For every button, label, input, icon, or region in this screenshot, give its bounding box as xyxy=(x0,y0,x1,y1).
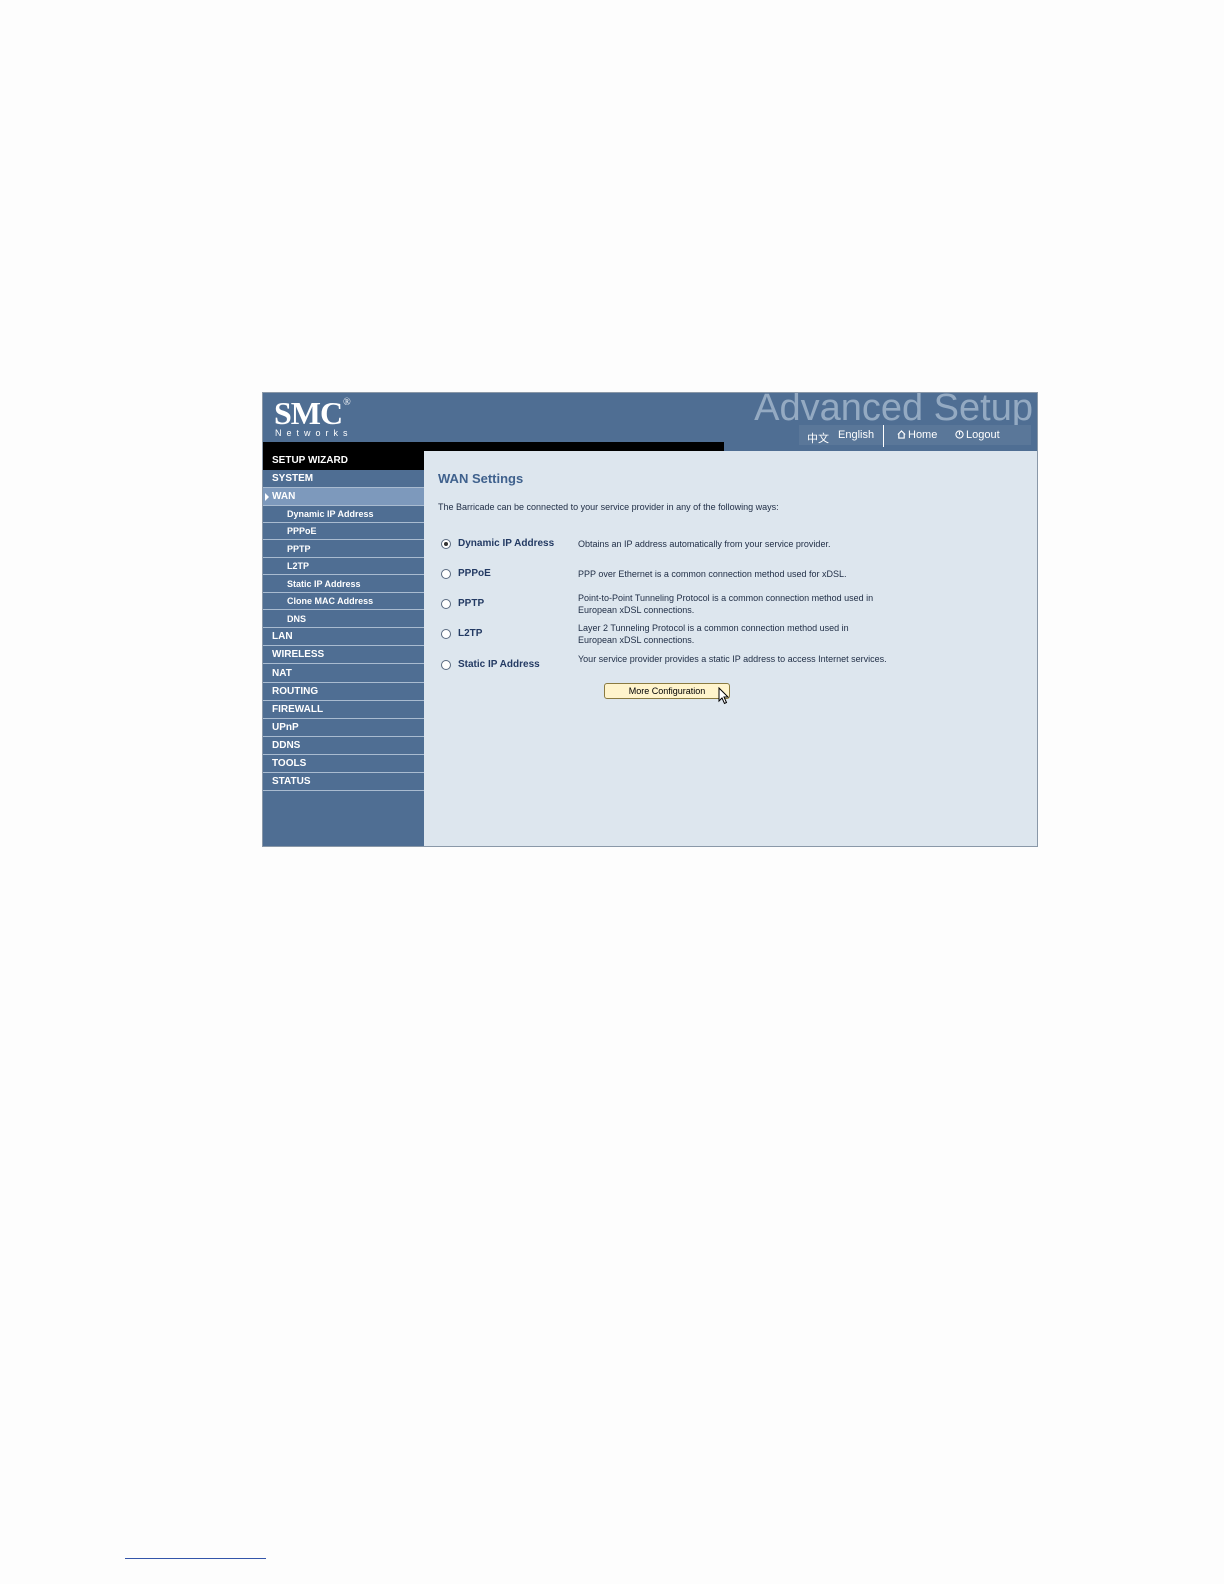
sidebar-item-ddns[interactable]: DDNS xyxy=(263,737,424,755)
sidebar-subitem-pptp[interactable]: PPTP xyxy=(263,541,424,558)
option-description: PPP over Ethernet is a common connection… xyxy=(578,569,847,579)
option-description: Point-to-Point Tunneling Protocol is a c… xyxy=(578,593,874,615)
sidebar-item-nat[interactable]: NAT xyxy=(263,665,424,683)
sidebar-subitem-dynamic-ip[interactable]: Dynamic IP Address xyxy=(263,506,424,523)
radio-pppoe[interactable] xyxy=(441,569,451,579)
nav-divider xyxy=(883,425,884,447)
sidebar-item-wireless[interactable]: WIRELESS xyxy=(263,646,424,664)
home-link[interactable]: Home xyxy=(897,429,937,441)
logout-icon xyxy=(955,430,964,439)
sidebar-subitem-clone-mac[interactable]: Clone MAC Address xyxy=(263,593,424,610)
option-dynamic-ip: Dynamic IP Address Obtains an IP address… xyxy=(441,538,981,562)
sidebar: SETUP WIZARD SYSTEM WAN Dynamic IP Addre… xyxy=(263,451,424,846)
option-label[interactable]: PPTP xyxy=(458,598,484,609)
radio-l2tp[interactable] xyxy=(441,629,451,639)
option-static-ip: Static IP Address Your service provider … xyxy=(441,654,981,683)
more-configuration-button[interactable]: More Configuration xyxy=(604,683,730,699)
sidebar-subitem-pppoe[interactable]: PPPoE xyxy=(263,523,424,540)
sidebar-item-wan[interactable]: WAN xyxy=(263,488,424,506)
sidebar-item-status[interactable]: STATUS xyxy=(263,773,424,791)
sidebar-item-routing[interactable]: ROUTING xyxy=(263,683,424,701)
lang-chinese-link[interactable]: 中文 xyxy=(807,430,829,446)
sidebar-item-lan[interactable]: LAN xyxy=(263,628,424,646)
intro-text: The Barricade can be connected to your s… xyxy=(438,502,779,512)
option-description: Layer 2 Tunneling Protocol is a common c… xyxy=(578,623,849,645)
option-label[interactable]: PPPoE xyxy=(458,568,491,579)
sidebar-subitem-l2tp[interactable]: L2TP xyxy=(263,558,424,575)
option-description: Obtains an IP address automatically from… xyxy=(578,539,831,549)
router-admin-screenshot: SMC® Networks Advanced Setup 中文 English … xyxy=(262,392,1038,847)
option-pptp: PPTP Point-to-Point Tunneling Protocol i… xyxy=(441,593,981,622)
sidebar-subitem-dns[interactable]: DNS xyxy=(263,611,424,628)
option-description: Your service provider provides a static … xyxy=(578,654,887,664)
sidebar-item-label: WAN xyxy=(272,491,296,502)
option-label[interactable]: L2TP xyxy=(458,628,482,639)
mouse-cursor-icon xyxy=(718,687,730,705)
smc-logo: SMC® xyxy=(274,395,351,431)
option-pppoe: PPPoE PPP over Ethernet is a common conn… xyxy=(441,568,981,592)
option-label[interactable]: Static IP Address xyxy=(458,659,540,670)
logout-link[interactable]: Logout xyxy=(955,429,1000,441)
sidebar-item-system[interactable]: SYSTEM xyxy=(263,470,424,488)
sidebar-item-upnp[interactable]: UPnP xyxy=(263,719,424,737)
main-content: WAN Settings The Barricade can be connec… xyxy=(424,451,1037,846)
option-label[interactable]: Dynamic IP Address xyxy=(458,538,554,549)
footnote-rule xyxy=(125,1558,266,1559)
page-title: WAN Settings xyxy=(438,471,524,486)
radio-static-ip[interactable] xyxy=(441,660,451,670)
current-item-arrow-icon xyxy=(265,493,269,501)
sidebar-item-tools[interactable]: TOOLS xyxy=(263,755,424,773)
radio-pptp[interactable] xyxy=(441,599,451,609)
radio-dynamic-ip[interactable] xyxy=(441,539,451,549)
logout-label: Logout xyxy=(966,429,1000,441)
logo-subtitle: Networks xyxy=(275,428,353,438)
setup-wizard-link[interactable]: SETUP WIZARD xyxy=(263,451,424,470)
home-label: Home xyxy=(908,429,938,441)
home-icon xyxy=(897,430,906,439)
lang-english-link[interactable]: English xyxy=(838,429,874,441)
option-l2tp: L2TP Layer 2 Tunneling Protocol is a com… xyxy=(441,623,981,652)
sidebar-item-firewall[interactable]: FIREWALL xyxy=(263,701,424,719)
sidebar-subitem-static-ip[interactable]: Static IP Address xyxy=(263,576,424,593)
